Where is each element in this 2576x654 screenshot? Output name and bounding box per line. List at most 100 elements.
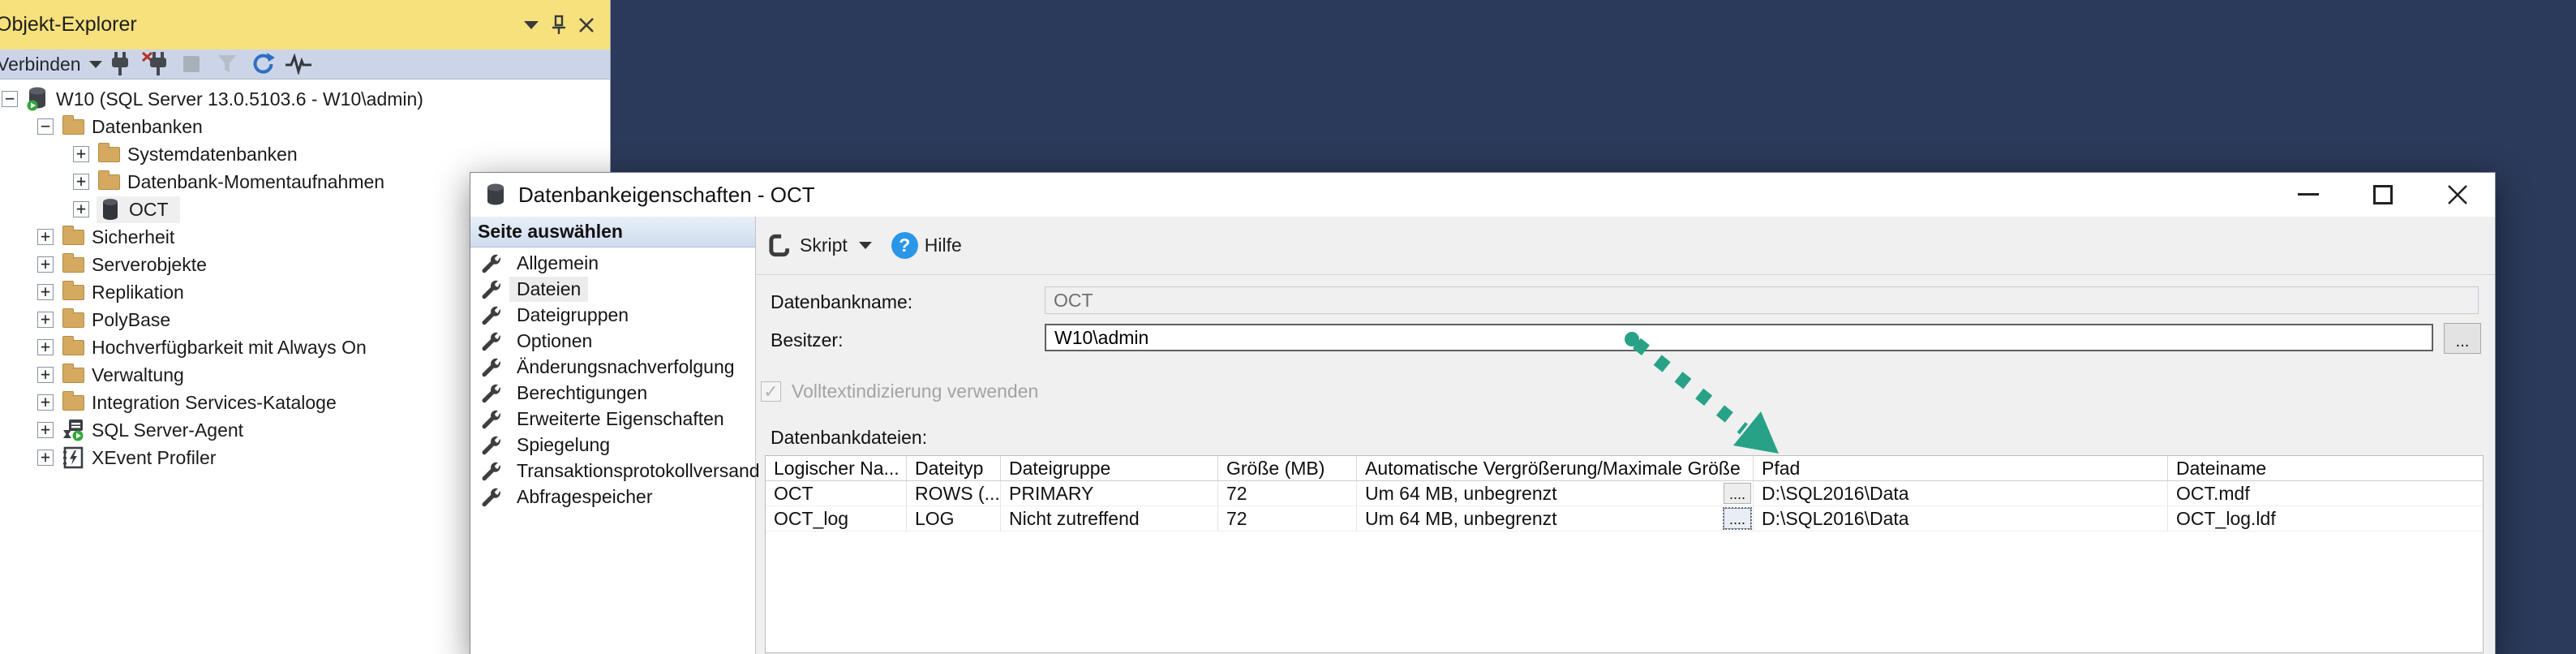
cell-file-name[interactable]: OCT.mdf: [2168, 481, 2483, 506]
cell-autogrowth[interactable]: Um 64 MB, unbegrenzt ....: [1357, 506, 1754, 531]
sidebar-item-abfragespeicher[interactable]: Abfragespeicher: [470, 484, 755, 510]
expand-icon[interactable]: +: [37, 229, 54, 245]
sidebar-item-dateigruppen[interactable]: Dateigruppen: [470, 302, 755, 328]
object-explorer-titlebar: Objekt-Explorer: [0, 0, 610, 49]
column-header-filegroup[interactable]: Dateigruppe: [1001, 456, 1218, 481]
close-panel-button[interactable]: [573, 11, 600, 39]
cell-filegroup[interactable]: Nicht zutreffend: [1001, 506, 1218, 531]
cell-file-name[interactable]: OCT_log.ldf: [2168, 506, 2483, 531]
script-button[interactable]: Skript: [800, 234, 848, 256]
cell-logical-name[interactable]: OCT_log: [766, 506, 907, 531]
server-icon: [25, 88, 49, 110]
chevron-down-icon[interactable]: [859, 242, 872, 249]
expand-icon[interactable]: +: [73, 146, 89, 162]
cell-size[interactable]: 72: [1218, 481, 1357, 506]
column-header-logical-name[interactable]: Logischer Na...: [766, 456, 907, 481]
cell-file-type[interactable]: ROWS (...: [907, 481, 1001, 506]
chevron-down-icon: [89, 61, 102, 68]
expand-icon[interactable]: +: [37, 394, 54, 411]
disconnect-button[interactable]: [138, 50, 174, 78]
sidebar-item-spiegelung[interactable]: Spiegelung: [470, 432, 755, 458]
cell-path[interactable]: D:\SQL2016\Data: [1754, 481, 2168, 506]
sidebar-item-aenderungsnachverfolgung[interactable]: Änderungsnachverfolgung: [470, 354, 755, 380]
cell-size[interactable]: 72: [1218, 506, 1357, 531]
dialog-title: Datenbankeigenschaften - OCT: [518, 183, 815, 208]
tree-item-label: Serverobjekte: [92, 252, 212, 278]
script-icon: [766, 232, 792, 260]
tree-item-systemdatenbanken[interactable]: + Systemdatenbanken: [0, 140, 609, 168]
dialog-main-pane: Skript ? Hilfe Datenbankname: OCT Besitz…: [756, 217, 2495, 654]
sidebar-item-allgemein[interactable]: Allgemein: [470, 250, 755, 276]
expand-icon[interactable]: +: [37, 256, 54, 273]
window-position-button[interactable]: [517, 11, 545, 39]
tree-item-label: Verwaltung: [92, 363, 189, 388]
expand-icon[interactable]: +: [37, 367, 54, 383]
column-header-path[interactable]: Pfad: [1754, 456, 2168, 481]
filter-button[interactable]: [209, 50, 245, 78]
folder-icon: [61, 337, 85, 358]
object-explorer-toolbar: Verbinden: [0, 49, 610, 80]
expand-icon[interactable]: +: [73, 174, 89, 190]
wrench-icon: [480, 330, 501, 351]
sidebar-item-transaktionsprotokollversand[interactable]: Transaktionsprotokollversand: [470, 458, 755, 484]
sidebar-item-berechtigungen[interactable]: Berechtigungen: [470, 380, 755, 406]
minimize-button[interactable]: [2271, 173, 2346, 216]
table-header-row: Logischer Na... Dateityp Dateigruppe Grö…: [766, 456, 2483, 481]
sidebar-item-label: Allgemein: [509, 251, 606, 276]
dialog-titlebar[interactable]: Datenbankeigenschaften - OCT: [470, 173, 2495, 217]
sidebar-item-erweiterte-eigenschaften[interactable]: Erweiterte Eigenschaften: [470, 406, 755, 432]
connect-dropdown[interactable]: Verbinden: [0, 54, 102, 75]
activity-monitor-button[interactable]: [281, 50, 316, 78]
expand-icon[interactable]: +: [37, 422, 54, 438]
cell-file-type[interactable]: LOG: [907, 506, 1001, 531]
owner-browse-button[interactable]: ...: [2444, 323, 2481, 354]
dialog-body: Seite auswählen Allgemein Dateien Dateig…: [470, 217, 2495, 654]
fulltext-checkbox: ✓: [761, 381, 781, 402]
cell-autogrowth[interactable]: Um 64 MB, unbegrenzt ....: [1357, 481, 1754, 506]
tree-item-server[interactable]: − W10 (SQL Server 13.0.5103.6 - W10\admi…: [0, 85, 609, 113]
folder-icon: [61, 364, 85, 385]
column-header-file-type[interactable]: Dateityp: [907, 456, 1001, 481]
close-button[interactable]: [2420, 173, 2495, 216]
path-browse-button[interactable]: ....: [1724, 508, 1751, 529]
pin-button[interactable]: [545, 11, 573, 39]
tree-item-datenbanken[interactable]: − Datenbanken: [0, 113, 609, 140]
expand-icon[interactable]: +: [37, 312, 54, 328]
connect-button[interactable]: [102, 50, 138, 78]
sidebar-item-label: Erweiterte Eigenschaften: [509, 407, 732, 432]
xevent-profiler-icon: [61, 447, 85, 468]
path-browse-button[interactable]: ....: [1724, 483, 1751, 504]
autogrowth-value: Um 64 MB, unbegrenzt: [1365, 483, 1557, 505]
cell-path[interactable]: D:\SQL2016\Data: [1754, 506, 2168, 531]
sidebar-item-optionen[interactable]: Optionen: [470, 328, 755, 354]
column-header-autogrowth[interactable]: Automatische Vergrößerung/Maximale Größe: [1357, 456, 1754, 481]
table-row[interactable]: OCT_log LOG Nicht zutreffend 72 Um 64 MB…: [766, 506, 2483, 531]
cell-filegroup[interactable]: PRIMARY: [1001, 481, 1218, 506]
files-section-label: Datenbankdateien:: [771, 427, 927, 449]
collapse-icon[interactable]: −: [37, 118, 54, 135]
stop-icon: [182, 54, 201, 74]
wrench-icon: [480, 434, 501, 455]
minimize-icon: [2298, 193, 2319, 196]
expand-icon[interactable]: +: [37, 284, 54, 300]
folder-icon: [97, 144, 121, 165]
folder-icon: [61, 309, 85, 330]
table-row[interactable]: OCT ROWS (... PRIMARY 72 Um 64 MB, unbeg…: [766, 481, 2483, 506]
wrench-icon: [480, 460, 501, 481]
collapse-icon[interactable]: −: [2, 91, 18, 107]
expand-icon[interactable]: +: [73, 201, 89, 217]
help-button[interactable]: Hilfe: [925, 234, 962, 256]
sidebar-item-label: Optionen: [509, 329, 599, 354]
column-header-size[interactable]: Größe (MB): [1218, 456, 1357, 481]
sidebar-item-dateien[interactable]: Dateien: [470, 276, 755, 302]
stop-button[interactable]: [174, 50, 209, 78]
refresh-button[interactable]: [245, 50, 281, 78]
expand-icon[interactable]: +: [37, 450, 54, 466]
expand-icon[interactable]: +: [37, 339, 54, 355]
maximize-button[interactable]: [2346, 173, 2420, 216]
cell-logical-name[interactable]: OCT: [766, 481, 907, 506]
folder-icon: [61, 116, 85, 137]
owner-field[interactable]: W10\admin: [1045, 324, 2433, 351]
folder-icon: [61, 226, 85, 247]
column-header-file-name[interactable]: Dateiname: [2168, 456, 2483, 481]
